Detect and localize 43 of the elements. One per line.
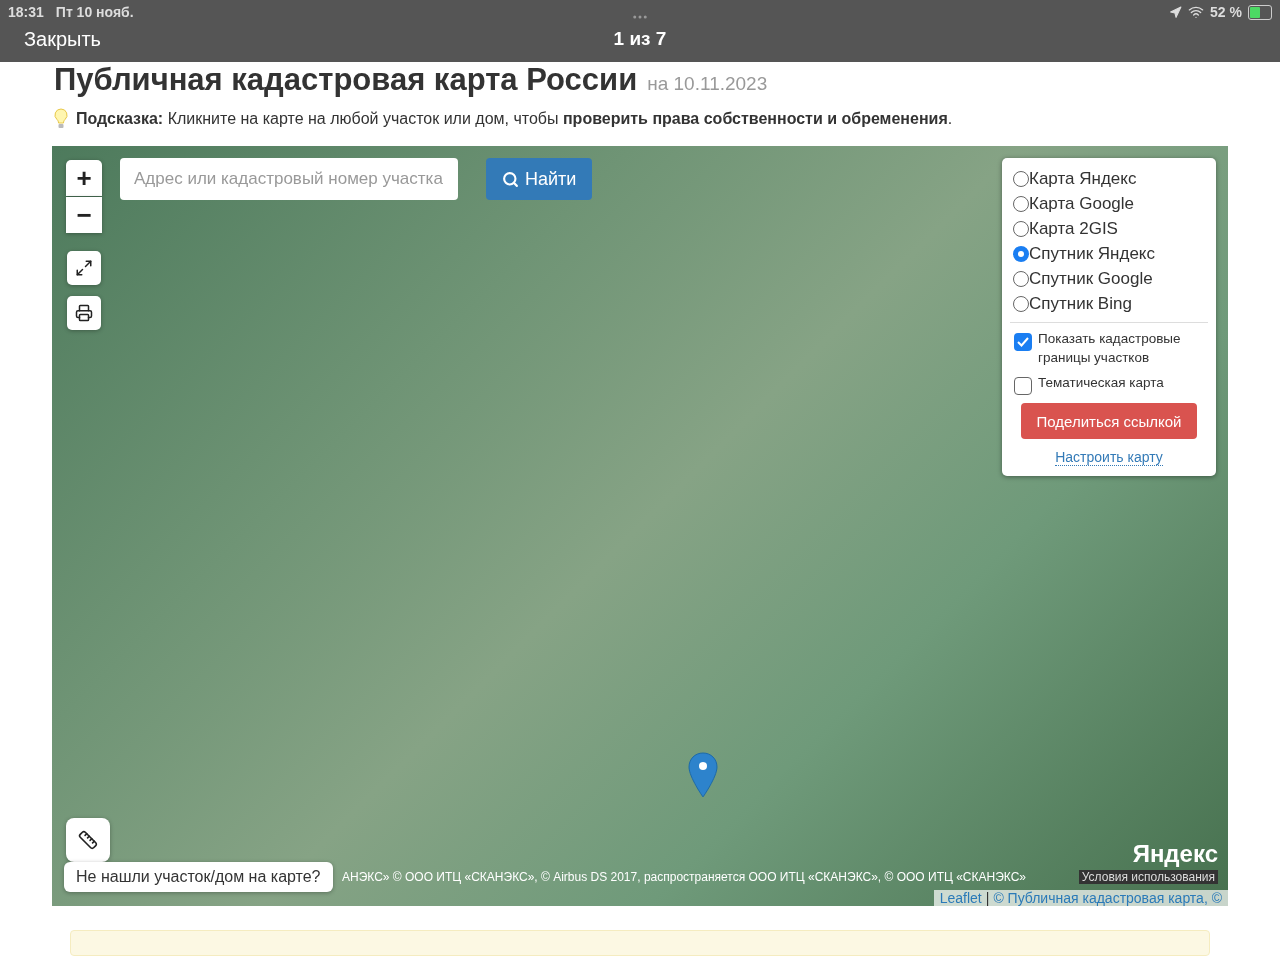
image-counter: 1 из 7 — [613, 28, 667, 50]
map-marker-icon[interactable] — [688, 752, 718, 798]
ruler-icon — [78, 830, 98, 850]
find-button[interactable]: Найти — [486, 158, 593, 200]
fullscreen-button[interactable] — [67, 251, 101, 285]
close-button[interactable]: Закрыть — [8, 27, 102, 51]
lightbulb-icon — [54, 108, 68, 130]
hint-text: Подсказка: Кликните на карте на любой участок или дом, чтобы проверить права собственности и обременения. — [76, 110, 953, 128]
ruler-button[interactable] — [66, 818, 110, 862]
layer-option[interactable]: Спутник Bing — [1014, 291, 1204, 316]
layer-option[interactable]: Карта Google — [1014, 191, 1204, 216]
share-link-button[interactable]: Поделиться ссылкой — [1021, 403, 1197, 439]
search-field[interactable]: Адрес или кадастровый номер участка — [120, 158, 458, 200]
status-date: Пт 10 нояб. — [55, 4, 134, 20]
search-icon — [502, 170, 519, 188]
zoom-out-button[interactable]: − — [66, 197, 102, 233]
separator: | — [985, 890, 990, 906]
map-option[interactable]: Показать кадастровые границы участков — [1014, 329, 1204, 367]
printer-icon — [75, 304, 93, 322]
map-option[interactable]: Тематическая карта — [1014, 373, 1204, 395]
layer-option[interactable]: Карта 2GIS — [1014, 216, 1204, 241]
expand-icon — [75, 259, 93, 277]
terms-link[interactable]: Условия использования — [1078, 870, 1218, 884]
page-title: Публичная кадастровая карта России — [54, 62, 638, 98]
not-found-button[interactable]: Не нашли участок/дом на карте? — [64, 862, 333, 892]
battery-icon — [1248, 4, 1272, 20]
radio-button[interactable] — [1013, 245, 1029, 262]
zoom-in-button[interactable]: + — [66, 160, 102, 196]
satellite-map[interactable] — [52, 146, 1228, 906]
layer-option[interactable]: Спутник Яндекс — [1014, 241, 1204, 266]
title-date: на 10.11.2023 — [647, 73, 768, 95]
checkbox[interactable] — [1014, 333, 1032, 351]
location-icon — [1169, 5, 1183, 19]
print-button[interactable] — [67, 296, 101, 330]
layer-option[interactable]: Карта Яндекс — [1014, 166, 1204, 191]
map-attribution: АНЭКС» © ООО ИТЦ «СКАНЭКС», © Airbus DS 2017, распространяется ООО ИТЦ «СКАНЭКС», © ООО ИТЦ «СКАНЭКС» — [342, 870, 1026, 884]
battery-percent: 52 % — [1210, 4, 1242, 20]
layer-option[interactable]: Спутник Google — [1014, 266, 1204, 291]
status-time: 18:31 — [8, 4, 44, 20]
map-logo: Яндекс — [1132, 840, 1218, 868]
checkbox[interactable] — [1014, 377, 1032, 395]
configure-map-link[interactable]: Настроить карту — [1055, 449, 1163, 466]
wifi-icon — [1188, 4, 1205, 20]
